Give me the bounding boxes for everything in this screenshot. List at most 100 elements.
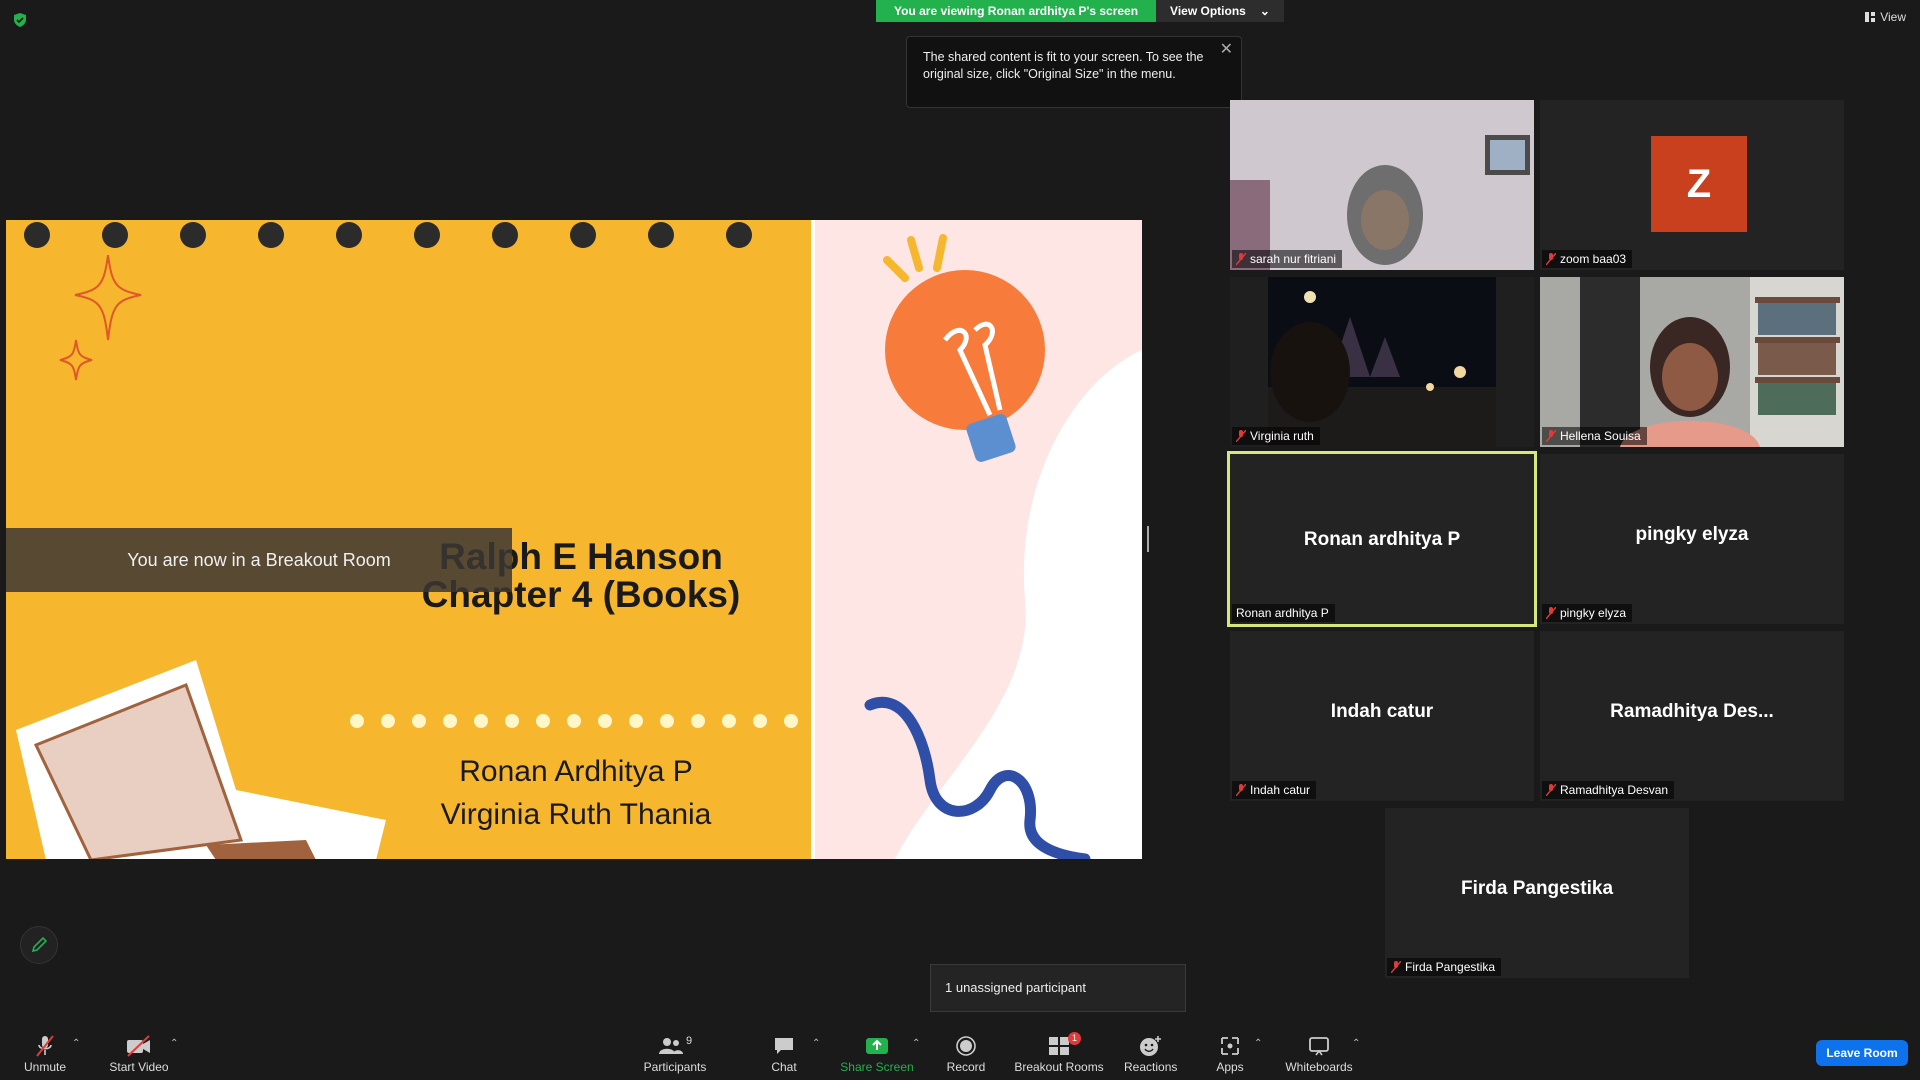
chat-button[interactable]: Chat — [764, 1034, 804, 1074]
shared-screen-slide: Ralph E Hanson Chapter 4 (Books) Ronan A… — [6, 220, 1142, 859]
slide-right-panel — [815, 220, 1142, 859]
presenter-name: Ronan Ardhitya P — [459, 755, 693, 788]
decor-dot — [784, 714, 798, 728]
unmute-button[interactable]: Unmute — [20, 1034, 70, 1074]
pencil-icon — [31, 936, 48, 953]
mic-off-icon — [1546, 253, 1556, 265]
participant-tile[interactable]: Ramadhitya Des... Ramadhitya Desvan — [1540, 631, 1844, 801]
breakout-room-notice: You are now in a Breakout Room — [6, 528, 512, 592]
tooltip-text: The shared content is fit to your screen… — [923, 50, 1204, 81]
decor-dot — [412, 714, 426, 728]
slide-presenter-names: Ronan Ardhitya P Virginia Ruth Thania — [366, 750, 786, 836]
participant-tile-active-speaker[interactable]: Ronan ardhitya P Ronan ardhitya P — [1227, 451, 1537, 627]
participant-center-name: Indah catur — [1330, 701, 1434, 722]
participant-video — [1230, 100, 1534, 270]
reactions-button[interactable]: Reactions — [1124, 1034, 1178, 1074]
decor-dot — [505, 714, 519, 728]
decor-dot — [474, 714, 488, 728]
video-off-icon — [127, 1035, 150, 1057]
mic-off-icon — [1546, 430, 1556, 442]
participant-name-label: Hellena Souisa — [1542, 427, 1647, 445]
participant-tile[interactable]: Indah catur Indah catur — [1230, 631, 1534, 801]
unassigned-participant-popup[interactable]: 1 unassigned participant — [930, 964, 1186, 1012]
grid-view-icon — [1865, 12, 1876, 22]
record-button[interactable]: Record — [946, 1034, 986, 1074]
participant-name-label: zoom baa03 — [1542, 250, 1633, 268]
mic-off-icon — [1236, 430, 1246, 442]
participant-video — [1540, 277, 1844, 447]
whiteboards-button[interactable]: Whiteboards — [1284, 1034, 1354, 1074]
record-icon — [956, 1036, 976, 1056]
participant-tile[interactable]: pingky elyza pingky elyza — [1540, 454, 1844, 624]
view-options-button[interactable]: View Options ⌄ — [1156, 0, 1284, 22]
participant-tile[interactable]: Firda Pangestika Firda Pangestika — [1385, 808, 1689, 978]
mic-off-icon — [1236, 253, 1246, 265]
leave-room-button[interactable]: Leave Room — [1816, 1040, 1908, 1066]
decor-dot — [381, 714, 395, 728]
whiteboards-options-caret[interactable]: ⌃ — [1352, 1038, 1360, 1049]
apps-label: Apps — [1216, 1060, 1244, 1074]
slide-decoration — [864, 234, 1142, 859]
chat-icon — [775, 1038, 793, 1054]
meeting-toolbar: Unmute ⌃ Start Video ⌃ 9 Participants Ch… — [0, 1020, 1920, 1080]
security-shield-icon[interactable] — [12, 12, 28, 28]
participant-tile[interactable]: Hellena Souisa — [1540, 277, 1844, 447]
participant-tile[interactable]: Virginia ruth — [1230, 277, 1534, 447]
notebook-ring — [570, 222, 596, 248]
panel-splitter-handle[interactable] — [1147, 526, 1149, 552]
participant-center-name: Firda Pangestika — [1460, 878, 1614, 899]
breakout-rooms-button[interactable]: 1 Breakout Rooms — [1012, 1032, 1106, 1074]
participant-name-label: Virginia ruth — [1232, 427, 1320, 445]
video-options-caret[interactable]: ⌃ — [170, 1038, 178, 1049]
annotate-button[interactable] — [20, 926, 58, 964]
notebook-ring — [102, 222, 128, 248]
record-label: Record — [946, 1060, 986, 1074]
decor-dot — [443, 714, 457, 728]
participant-name: zoom baa03 — [1560, 252, 1627, 266]
viewing-screen-text: You are viewing Ronan ardhitya P's scree… — [876, 0, 1157, 22]
unmute-label: Unmute — [23, 1060, 67, 1074]
decor-dot — [598, 714, 612, 728]
breakout-badge: 1 — [1068, 1032, 1082, 1045]
notebook-ring — [336, 222, 362, 248]
participants-button[interactable]: 9 Participants — [640, 1034, 710, 1074]
fit-screen-tooltip: The shared content is fit to your screen… — [906, 36, 1242, 108]
participants-count: 9 — [685, 1035, 693, 1047]
participant-tile[interactable]: Z zoom baa03 — [1540, 100, 1844, 270]
start-video-button[interactable]: Start Video — [104, 1034, 174, 1074]
participant-name-label: Ronan ardhitya P — [1232, 604, 1335, 622]
whiteboards-label: Whiteboards — [1285, 1060, 1353, 1074]
participant-tile[interactable]: sarah nur fitriani — [1230, 100, 1534, 270]
participant-name-label: Indah catur — [1232, 781, 1317, 799]
decor-dot — [350, 714, 364, 728]
mic-off-icon — [1546, 607, 1556, 619]
apps-options-caret[interactable]: ⌃ — [1254, 1038, 1262, 1049]
chat-label: Chat — [771, 1060, 797, 1074]
participant-name: Ronan ardhitya P — [1236, 606, 1329, 620]
participants-icon — [658, 1038, 683, 1054]
view-button[interactable]: View — [1864, 10, 1906, 24]
participant-center-name: pingky elyza — [1635, 524, 1749, 545]
decor-dot — [753, 714, 767, 728]
participant-center-name: Ramadhitya Des... — [1610, 701, 1774, 722]
laptop-illustration — [16, 660, 386, 859]
audio-options-caret[interactable]: ⌃ — [72, 1038, 80, 1049]
screen-share-banner: You are viewing Ronan ardhitya P's scree… — [876, 0, 1284, 22]
apps-button[interactable]: Apps — [1210, 1034, 1250, 1074]
participant-name: sarah nur fitriani — [1250, 252, 1337, 266]
chat-options-caret[interactable]: ⌃ — [812, 1038, 820, 1049]
participant-name-label: Firda Pangestika — [1387, 958, 1502, 976]
share-screen-button[interactable]: Share Screen — [840, 1034, 914, 1074]
share-options-caret[interactable]: ⌃ — [912, 1038, 920, 1049]
notebook-ring — [726, 222, 752, 248]
decor-dot — [660, 714, 674, 728]
participant-name: Firda Pangestika — [1405, 960, 1496, 974]
participant-name: Virginia ruth — [1250, 429, 1314, 443]
participant-name: pingky elyza — [1560, 606, 1627, 620]
mic-muted-icon — [36, 1035, 54, 1057]
notebook-ring — [414, 222, 440, 248]
participant-name-label: pingky elyza — [1542, 604, 1633, 622]
close-icon[interactable]: ✕ — [1220, 41, 1233, 58]
reactions-icon — [1140, 1036, 1161, 1056]
reactions-label: Reactions — [1124, 1060, 1178, 1074]
